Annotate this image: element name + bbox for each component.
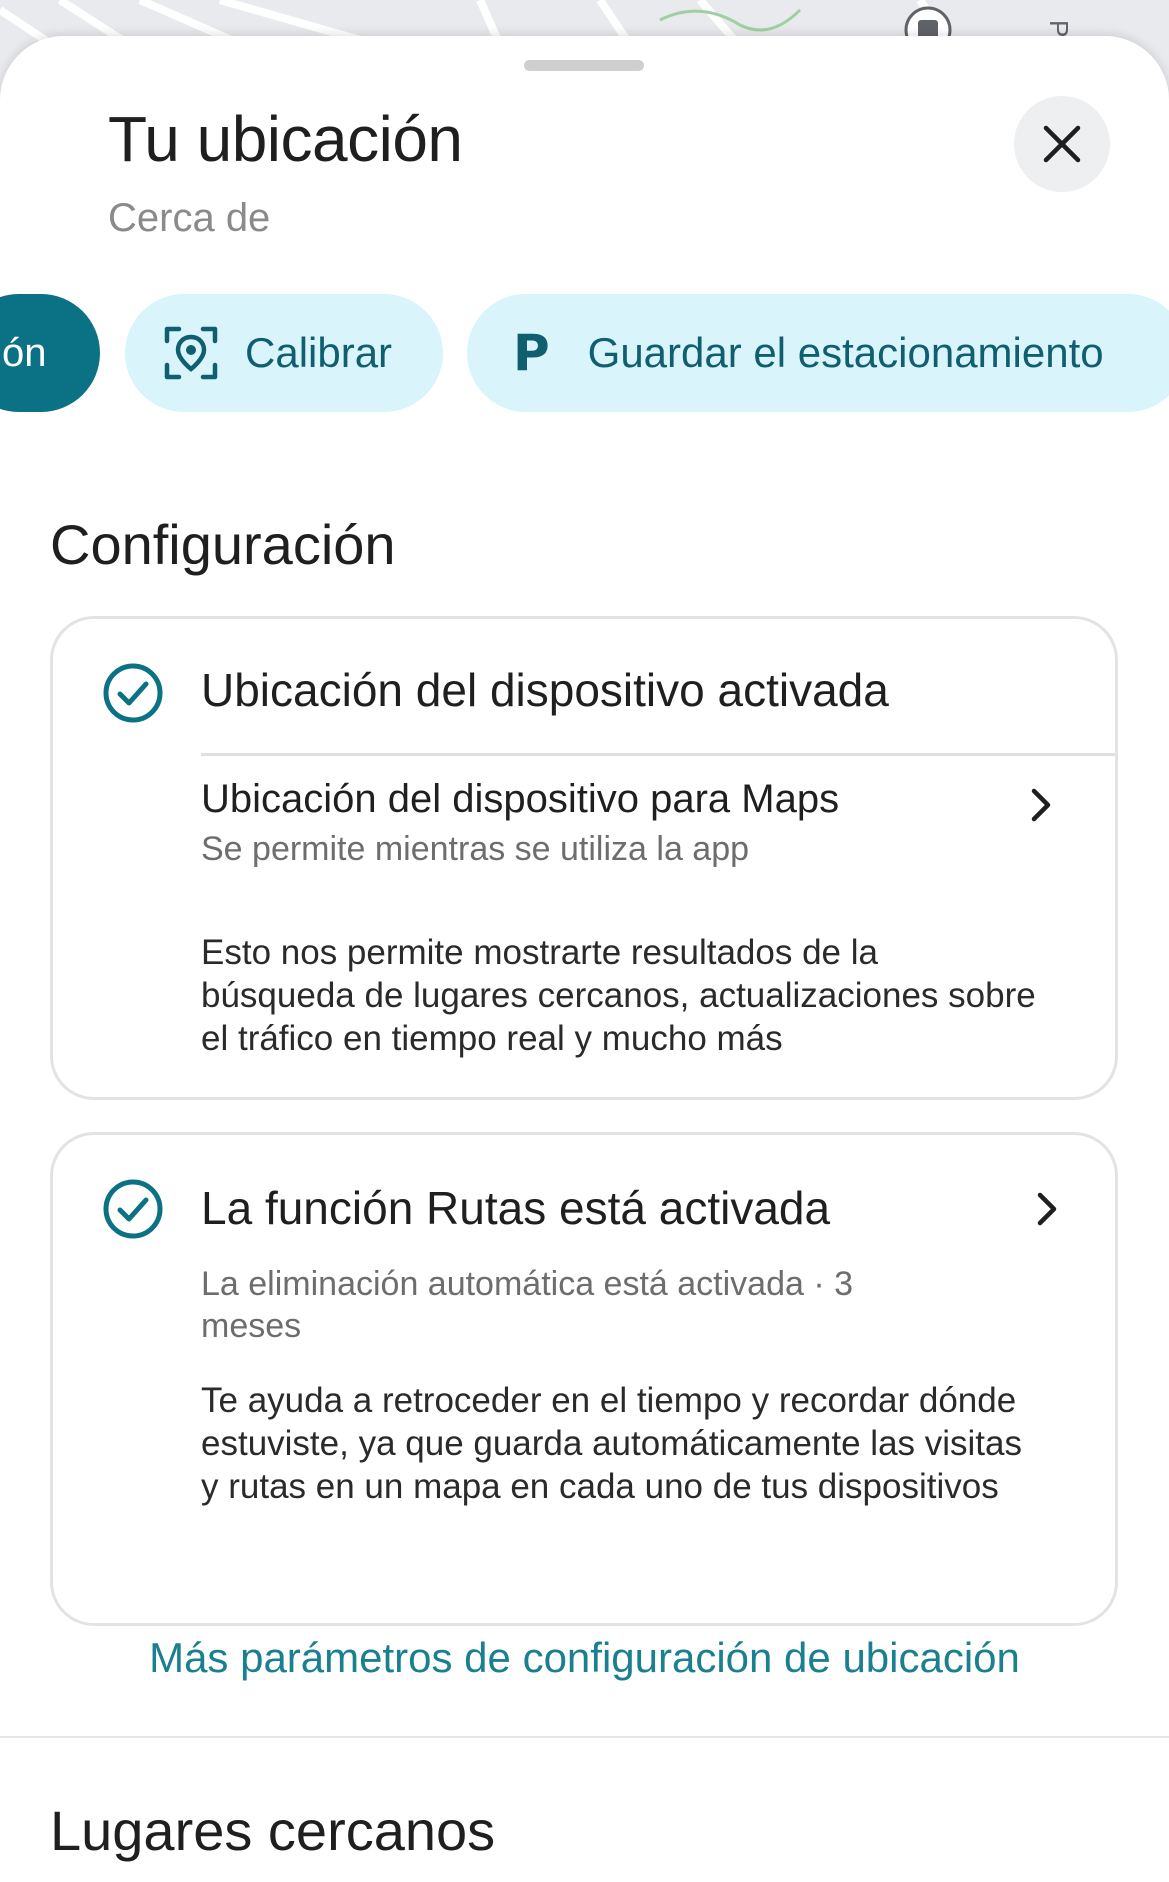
device-location-card: Ubicación del dispositivo activada Ubica… [50,616,1118,1100]
calibrar-chip[interactable]: Calibrar [125,294,443,412]
location-subtitle: Cerca de [108,196,271,240]
partial-chip-label: ón [2,330,47,375]
check-circle-icon [103,663,163,723]
maps-location-status: Se permite mientras se utiliza la app [201,830,750,868]
close-icon [1043,125,1081,163]
calibrar-label: Calibrar [245,329,393,376]
check-circle-icon [103,1179,163,1239]
close-button[interactable] [1014,96,1110,192]
drag-handle[interactable] [524,60,644,71]
routes-status: La eliminación automática está activada … [201,1265,854,1345]
more-location-settings-link[interactable]: Más parámetros de configuración de ubica… [0,1634,1169,1682]
nearby-places-heading: Lugares cercanos [50,1799,496,1862]
routes-title: La función Rutas está activada [201,1182,831,1234]
routes-card[interactable]: La función Rutas está activada La elimin… [50,1132,1118,1626]
maps-location-title: Ubicación del dispositivo para Maps [201,777,840,821]
calibrate-location-icon [161,323,221,383]
settings-heading: Configuración [50,513,396,576]
save-parking-label: Guardar el estacionamiento [587,329,1104,376]
routes-description: Te ayuda a retroceder en el tiempo y rec… [201,1381,1022,1506]
save-parking-chip[interactable]: P Guardar el estacionamiento [467,294,1169,412]
parking-icon: P [513,324,550,382]
partial-action-chip[interactable]: ón [0,294,100,412]
maps-location-permission-row[interactable]: Ubicación del dispositivo para Maps Se p… [201,777,1075,877]
card-divider [201,753,1115,756]
chevron-right-icon [1037,1192,1057,1226]
section-divider [0,1736,1169,1738]
device-location-title: Ubicación del dispositivo activada [201,664,889,716]
device-location-description: Esto nos permite mostrarte resultados de… [201,933,1036,1058]
location-bottom-sheet: Tu ubicación Cerca de ón Calibrar P Guar… [0,36,1169,1882]
page-title: Tu ubicación [108,103,463,175]
chevron-right-icon [1031,788,1051,822]
